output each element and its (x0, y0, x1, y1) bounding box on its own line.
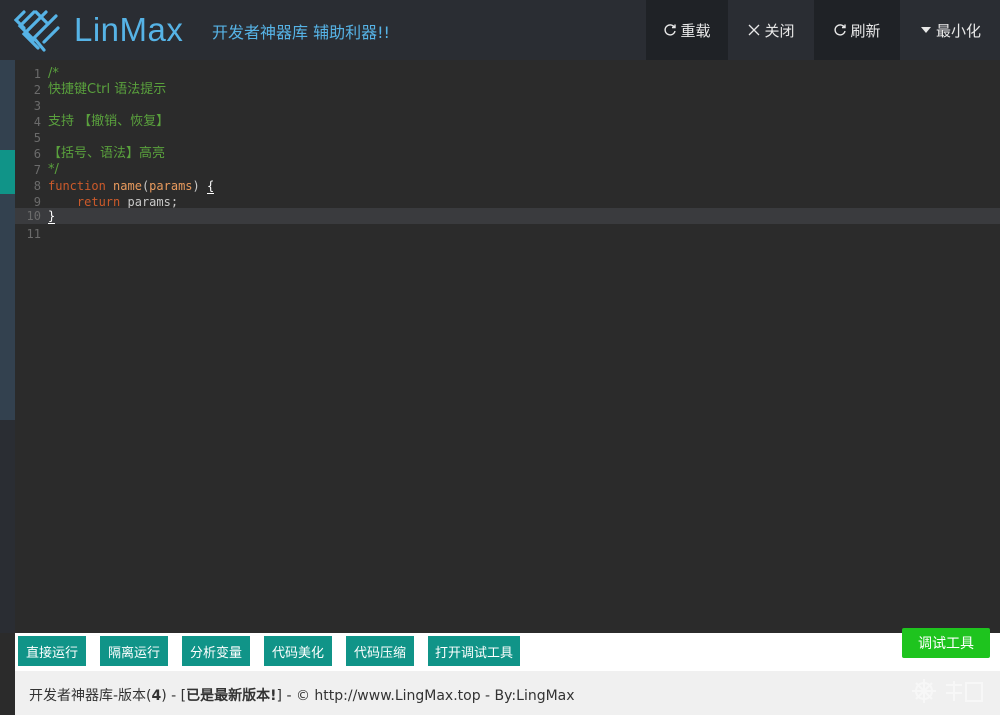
sidebar-panel (0, 60, 15, 420)
code-text: 快捷键Ctrl 语法提示 (48, 82, 167, 97)
brand-slogan: 开发者神器库 辅助利器!! (212, 23, 390, 42)
keyword-token: function (48, 179, 106, 193)
refresh-icon (834, 24, 847, 36)
code-text: 支持 【撤销、恢复】 (48, 114, 170, 129)
code-line: 11 (15, 226, 1000, 242)
line-number: 3 (33, 99, 41, 113)
reload-label: 重载 (680, 21, 711, 40)
line-number: 9 (33, 195, 41, 209)
code-text: function name(params) { (48, 178, 215, 194)
header-bar: LinMax 开发者神器库 辅助利器!! 重载 关闭 刷新 最小化 (0, 0, 1000, 60)
refresh-button[interactable]: 刷新 (814, 0, 900, 60)
code-line: 2 快捷键Ctrl 语法提示 (15, 82, 1000, 98)
watermark-logo-icon (912, 679, 983, 703)
linmax-logo-icon (14, 10, 60, 52)
code-line: 3 (15, 98, 1000, 114)
minimize-button[interactable]: 最小化 (900, 0, 1000, 60)
minify-code-button[interactable]: 代码压缩 (346, 636, 414, 666)
code-editor[interactable]: 1 /* 2 快捷键Ctrl 语法提示 3 4 支持 【撤销、恢复】 5 6 【… (15, 60, 1000, 633)
line-number: 2 (33, 83, 41, 97)
debug-tools-button[interactable]: 调试工具 (902, 628, 990, 658)
code-text: 【括号、语法】高亮 (48, 146, 166, 161)
close-button[interactable]: 关闭 (728, 0, 814, 60)
param-token: params (149, 179, 193, 193)
close-label: 关闭 (764, 21, 795, 40)
code-line: 6 【括号、语法】高亮 (15, 146, 1000, 162)
analyze-variables-button[interactable]: 分析变量 (182, 636, 250, 666)
code-line: 4 支持 【撤销、恢复】 (15, 114, 1000, 130)
beautify-code-button[interactable]: 代码美化 (264, 636, 332, 666)
line-number: 11 (26, 227, 41, 241)
code-line-active: 10 } (15, 208, 1000, 224)
footer-prefix: 开发者神器库-版本( (29, 688, 152, 704)
run-direct-button[interactable]: 直接运行 (18, 636, 86, 666)
line-number: 7 (33, 163, 41, 177)
keyword-token: return (76, 195, 121, 209)
matched-brace: } (48, 209, 56, 224)
line-number: 1 (33, 67, 41, 81)
code-line: 8 function name(params) { (15, 178, 1000, 194)
code-text: } (48, 208, 56, 224)
action-toolbar: 直接运行 隔离运行 分析变量 代码美化 代码压缩 打开调试工具 (15, 633, 1000, 671)
code-text: /* (48, 66, 59, 81)
code-line: 1 /* (15, 66, 1000, 82)
line-number: 8 (33, 179, 41, 193)
run-isolated-button[interactable]: 隔离运行 (100, 636, 168, 666)
matched-brace: { (206, 179, 215, 194)
line-number: 6 (33, 147, 41, 161)
function-name-token: name (113, 179, 142, 193)
sidebar-active-indicator[interactable] (0, 150, 15, 194)
close-icon (749, 24, 760, 36)
param-token: params; (120, 195, 179, 209)
reload-icon (664, 24, 677, 36)
window-controls: 重载 关闭 刷新 最小化 (646, 0, 1000, 60)
line-number: 4 (33, 115, 41, 129)
version-number: 4 (151, 688, 162, 704)
footer-bar: 开发者神器库-版本(4) - [已是最新版本!] - © http://www.… (15, 671, 1000, 715)
reload-button[interactable]: 重载 (646, 0, 728, 60)
left-sidebar-strip (0, 60, 15, 633)
code-line: 7 */ (15, 162, 1000, 178)
minimize-label: 最小化 (935, 21, 981, 40)
line-number: 10 (26, 209, 41, 223)
line-number: 5 (33, 131, 41, 145)
refresh-label: 刷新 (850, 21, 881, 40)
code-text: */ (48, 162, 59, 177)
brand-title: LinMax (74, 11, 184, 48)
footer-separator: ) - [ (161, 688, 187, 704)
update-status: 已是最新版本! (186, 688, 277, 704)
footer-suffix: ] - © http://www.LingMax.top - By:LingMa… (276, 688, 575, 704)
footer-text: 开发者神器库-版本(4) - [已是最新版本!] - © http://www.… (29, 685, 575, 705)
caret-down-icon (920, 27, 931, 33)
paren-token: ) (192, 179, 207, 193)
open-devtools-button[interactable]: 打开调试工具 (428, 636, 520, 666)
code-line: 5 (15, 130, 1000, 146)
